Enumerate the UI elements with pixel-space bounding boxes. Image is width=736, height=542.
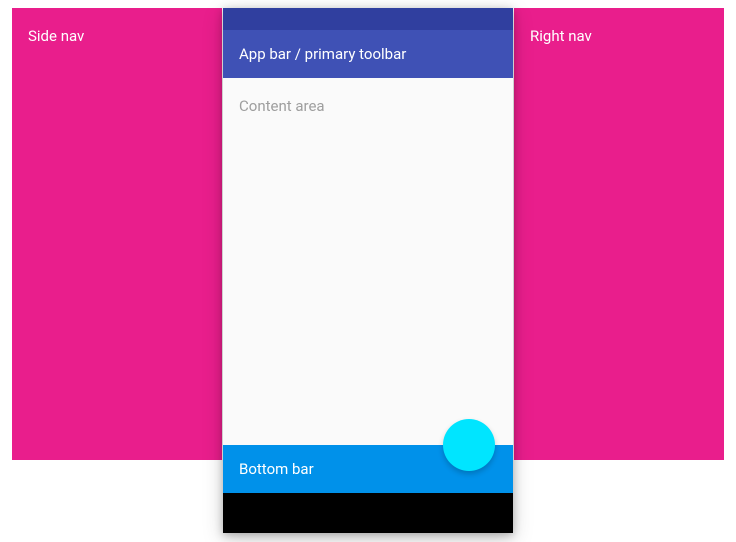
side-nav-panel[interactable]: Side nav (12, 8, 222, 460)
app-bar-label: App bar / primary toolbar (239, 45, 406, 63)
right-nav-label: Right nav (530, 27, 592, 45)
bottom-bar-label: Bottom bar (239, 460, 314, 478)
device-frame: App bar / primary toolbar Content area B… (223, 8, 513, 533)
floating-action-button[interactable] (443, 419, 495, 471)
content-area-label: Content area (239, 97, 325, 115)
app-bar[interactable]: App bar / primary toolbar (223, 30, 513, 78)
side-nav-label: Side nav (28, 27, 84, 45)
right-nav-panel[interactable]: Right nav (514, 8, 724, 460)
content-area: Content area (223, 78, 513, 445)
status-bar (223, 8, 513, 30)
bottom-nav-bar (223, 493, 513, 533)
